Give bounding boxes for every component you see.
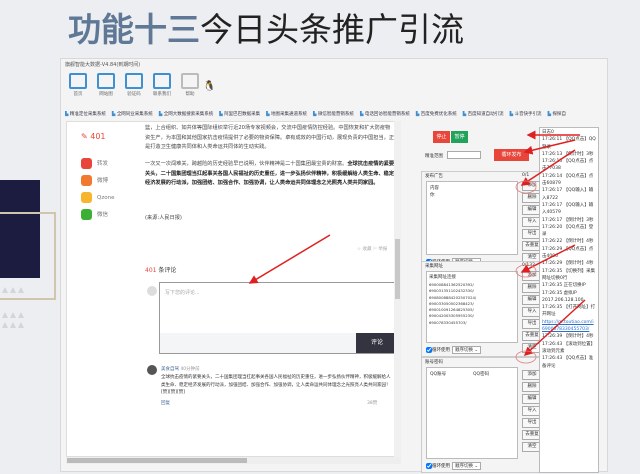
annotation-arrows [248,130,586,364]
arrow [520,149,576,186]
arrow [523,139,576,155]
arrow [523,299,586,357]
highlight-circle [515,350,537,364]
arrow [520,244,576,273]
arrow [248,234,331,284]
highlight-circle [515,264,537,278]
